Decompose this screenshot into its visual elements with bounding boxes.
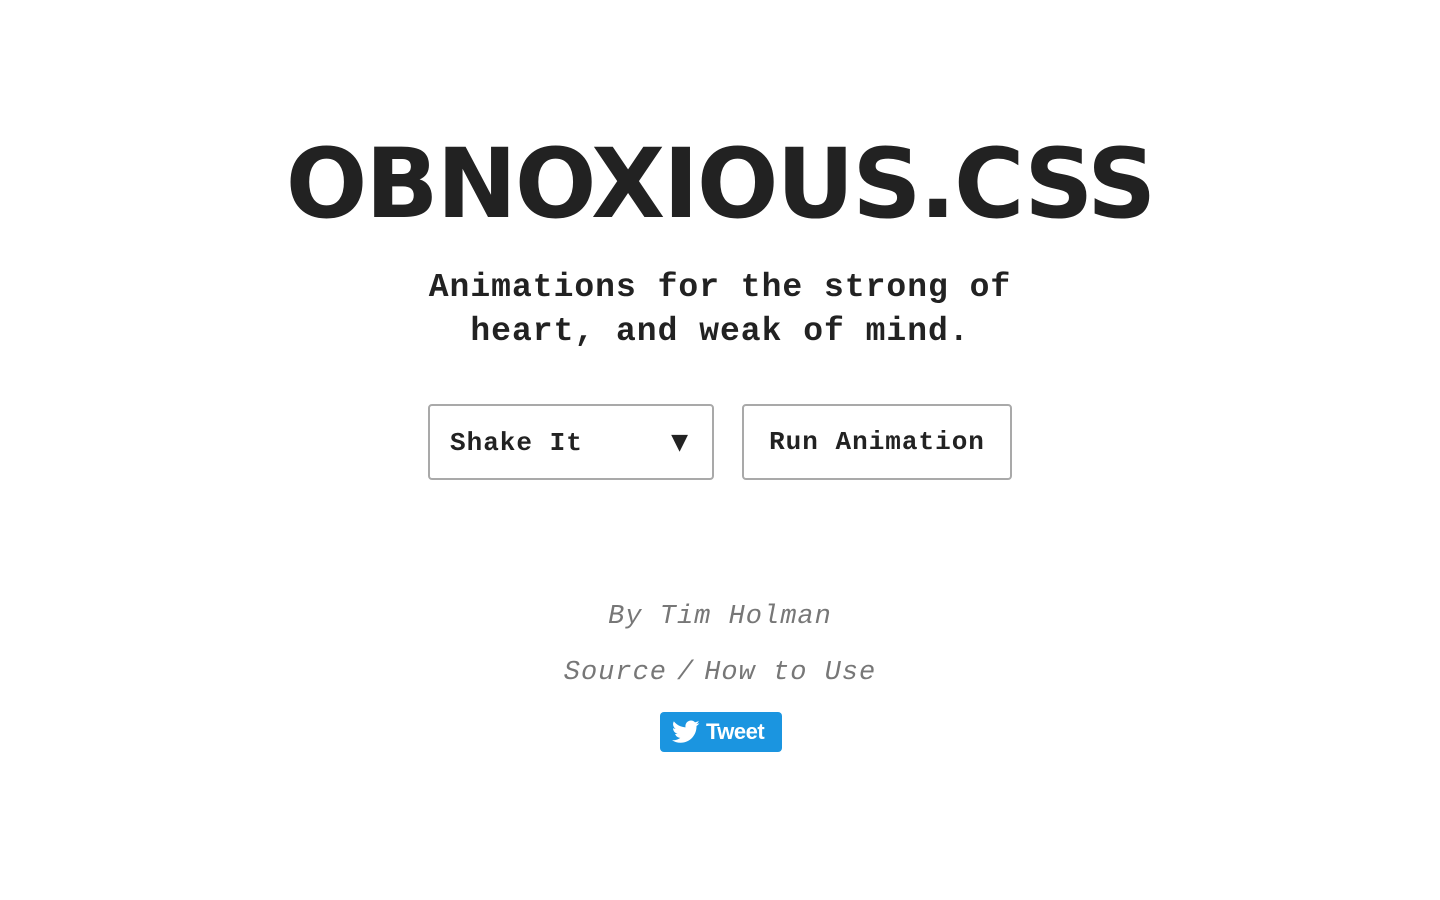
source-link[interactable]: Source (564, 658, 667, 688)
animation-select-value: Shake It (450, 428, 583, 458)
subtitle-line-2: heart, and weak of mind. (470, 313, 970, 350)
page-title: OBNOXIOUS.CSS (285, 128, 1156, 240)
dropdown-arrow-icon: ▼ (671, 430, 688, 455)
animation-select[interactable]: Shake It ▼ (428, 404, 714, 480)
footer-links: Source / How to Use (0, 656, 1440, 690)
byline: By Tim Holman (0, 600, 1440, 634)
run-animation-button[interactable]: Run Animation (742, 404, 1012, 480)
tweet-label: Tweet (706, 719, 765, 744)
page-subtitle: Animations for the strong of heart, and … (400, 266, 1040, 354)
subtitle-line-1: Animations for the strong of (428, 269, 1012, 306)
how-to-use-link[interactable]: How to Use (704, 658, 876, 688)
tweet-button[interactable]: Tweet (660, 712, 782, 752)
link-separator: / (676, 658, 695, 688)
author-link[interactable]: By Tim Holman (608, 602, 832, 632)
page: OBNOXIOUS.CSS Animations for the strong … (0, 0, 1440, 900)
twitter-bird-icon (672, 720, 700, 743)
